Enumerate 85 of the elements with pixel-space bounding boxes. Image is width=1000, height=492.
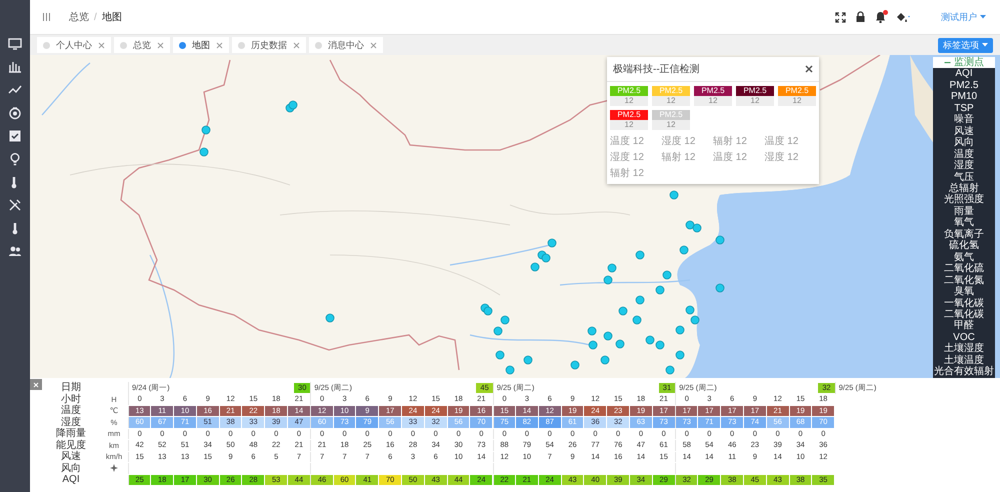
legend-item[interactable]: 光合有效辐射	[933, 366, 995, 378]
tab[interactable]: 历史数据	[232, 37, 306, 53]
legend-item[interactable]: 甲醛	[933, 320, 995, 332]
breadcrumb-item[interactable]: 地图	[102, 10, 122, 24]
legend-item[interactable]: 光照强度	[933, 194, 995, 206]
row-label: 小时	[60, 394, 82, 404]
sensor-reading: 湿度 12	[610, 150, 645, 164]
legend-item[interactable]: 湿度	[933, 160, 995, 172]
caret-icon[interactable]	[980, 15, 986, 19]
legend-item[interactable]: AQI	[933, 68, 995, 80]
legend-item[interactable]: 氧气	[933, 217, 995, 229]
legend-item[interactable]: 负氧离子	[933, 228, 995, 240]
checkbox-icon[interactable]	[8, 129, 22, 143]
tools-icon[interactable]	[8, 198, 22, 212]
pollutant-label: PM2.5	[778, 86, 816, 96]
legend-item[interactable]: 总辐射	[933, 182, 995, 194]
pollutant-value: 12	[652, 120, 690, 130]
collapse-icon[interactable]	[944, 60, 951, 66]
tab[interactable]: 地图	[173, 37, 229, 53]
legend-item[interactable]: 土壤温度	[933, 354, 995, 366]
popup-title: 极端科技--正信检测	[613, 62, 700, 76]
sensor-reading: 温度 12	[610, 134, 645, 148]
bell-icon[interactable]	[875, 11, 886, 23]
sensor-reading: 辐射 12	[713, 134, 748, 148]
users-icon[interactable]	[8, 244, 22, 258]
tab[interactable]: 个人中心	[37, 37, 111, 53]
pollutant-label: PM2.5	[652, 86, 690, 96]
legend-item[interactable]: PM2.5	[933, 80, 995, 92]
legend-item[interactable]: 氨气	[933, 252, 995, 264]
close-icon[interactable]	[805, 65, 813, 73]
lightbulb-icon[interactable]	[8, 152, 22, 166]
legend-item[interactable]: 温度	[933, 148, 995, 160]
row-label: 湿度	[60, 416, 82, 428]
legend-item[interactable]: VOC	[933, 332, 995, 344]
sensor-reading: 湿度 12	[662, 134, 696, 148]
close-icon	[33, 382, 39, 388]
row-label: AQI	[61, 474, 81, 486]
pollutant-label: PM2.5	[736, 86, 774, 96]
legend-item[interactable]: 土壤湿度	[933, 343, 995, 355]
legend-item[interactable]: 一氧化碳	[933, 298, 995, 309]
sensor-reading: 辐射 12	[662, 150, 696, 164]
breadcrumb-separator: /	[94, 12, 97, 22]
breadcrumb-item[interactable]: 总览	[69, 10, 89, 24]
compass-icon	[110, 464, 118, 472]
legend-item[interactable]: 雨量	[933, 206, 995, 218]
pollutant-value: 12	[694, 96, 732, 106]
lock-icon[interactable]	[855, 11, 866, 23]
paint-bucket-icon[interactable]	[895, 11, 911, 23]
row-label: 温度	[60, 405, 82, 416]
legend-item[interactable]: TSP	[933, 102, 995, 114]
legend-item[interactable]: PM10	[933, 91, 995, 103]
pollutant-label: PM2.5	[610, 86, 648, 96]
menu-icon[interactable]	[42, 12, 51, 22]
monitor-icon[interactable]	[8, 37, 22, 51]
legend-item[interactable]: 风向	[933, 137, 995, 149]
pollutant-value: 12	[610, 96, 648, 106]
sensor-reading: 温度 12	[764, 134, 800, 148]
legend-item[interactable]: 气压	[933, 172, 995, 183]
caret-icon	[982, 43, 988, 47]
row-label: 能见度	[55, 440, 87, 450]
pollutant-label: PM2.5	[694, 86, 732, 96]
legend-item[interactable]: 硫化氢	[933, 240, 995, 252]
legend-item[interactable]: 风速	[933, 126, 995, 138]
tab[interactable]: 消息中心	[309, 37, 383, 53]
pollutant-value: 12	[736, 96, 774, 106]
row-label: 风速	[60, 451, 82, 462]
row-label: 风向	[60, 462, 82, 474]
pollutant-value: 12	[610, 120, 648, 130]
sensor-reading: 辐射 12	[610, 166, 645, 180]
tab[interactable]: 总览	[114, 37, 170, 53]
row-label: 降雨量	[55, 428, 87, 440]
pollutant-value: 12	[652, 96, 690, 106]
legend-item[interactable]: 二氧化硫	[933, 263, 995, 275]
legend-item[interactable]: 二氧化氮	[933, 274, 995, 286]
close-button[interactable]	[30, 379, 42, 390]
legend-item[interactable]: 臭氧	[933, 286, 995, 298]
legend-item[interactable]: 噪音	[933, 114, 995, 126]
fullscreen-icon[interactable]	[835, 12, 846, 22]
bar-chart-icon[interactable]	[8, 60, 22, 74]
pollutant-value: 12	[778, 96, 816, 106]
sensor-reading: 温度 12	[713, 150, 748, 164]
pollutant-label: PM2.5	[610, 110, 648, 120]
row-label: 日期	[60, 382, 82, 394]
sensor-reading: 湿度 12	[764, 150, 800, 164]
legend-item[interactable]: 二氧化碳	[933, 308, 995, 320]
